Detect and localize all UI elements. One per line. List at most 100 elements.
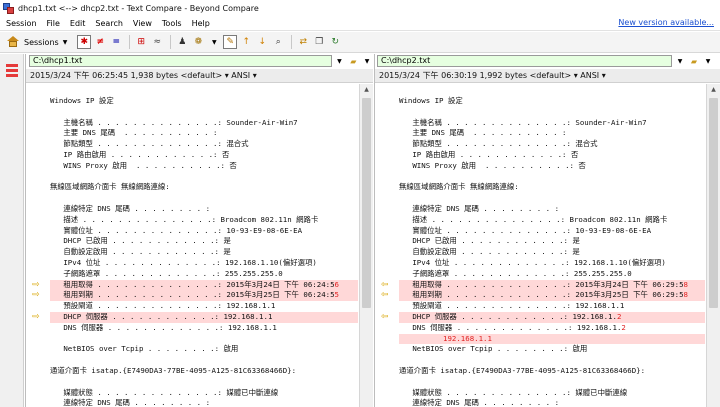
menu-edit[interactable]: Edit	[65, 19, 91, 28]
right-scroll-thumb[interactable]	[709, 98, 718, 308]
text-line[interactable]: 媒體狀態 . . . . . . . . . . . . . .: 媒體已中斷連…	[399, 388, 705, 399]
right-save-icon[interactable]: ▼	[702, 56, 714, 67]
text-line[interactable]	[50, 377, 358, 388]
format-dropdown-icon[interactable]: ▼	[207, 35, 221, 49]
left-vertical-scrollbar[interactable]: ▲	[359, 84, 373, 407]
new-version-link[interactable]: New version available...	[618, 18, 714, 27]
text-line[interactable]: IP 路由啟用 . . . . . . . . . . . .: 否	[50, 150, 358, 161]
diff-line[interactable]: 租用取得 . . . . . . . . . . . . . .: 2015年3…	[50, 279, 358, 291]
copy-to-right-arrow-icon[interactable]: ⇨	[32, 312, 40, 322]
text-line[interactable]	[50, 193, 358, 204]
text-line[interactable]	[50, 334, 358, 345]
text-line[interactable]: DHCP 已啟用 . . . . . . . . . . . .: 是	[399, 236, 705, 247]
diff-line[interactable]: 192.168.1.1	[399, 333, 705, 345]
menu-file[interactable]: File	[42, 19, 65, 28]
text-line[interactable]: Windows IP 設定	[50, 96, 358, 107]
text-line[interactable]: DNS 伺服器 . . . . . . . . . . . . .: 192.1…	[50, 323, 358, 334]
text-line[interactable]: IPv4 位址 . . . . . . . . . . . . .: 192.1…	[399, 258, 705, 269]
diffs-icon[interactable]: ≠	[93, 35, 107, 49]
left-text-view[interactable]: ⇨ ⇨ ⇨ Windows IP 設定 主機名稱 . . . . . . . . .…	[26, 84, 358, 407]
diff-line[interactable]: DHCP 伺服器 . . . . . . . . . . . .: 192.16…	[399, 311, 705, 323]
text-line[interactable]	[50, 355, 358, 366]
text-line[interactable]: 無線區域網路介面卡 無線網路連線:	[50, 182, 358, 193]
left-save-icon[interactable]: ▼	[361, 56, 373, 67]
text-line[interactable]: 實體位址 . . . . . . . . . . . . . .: 10-93-…	[50, 226, 358, 237]
copy-to-left-arrow-icon[interactable]: ⇦	[381, 290, 389, 300]
scroll-up-icon[interactable]: ▲	[360, 84, 373, 96]
minor-icon[interactable]: ≈	[150, 35, 164, 49]
menu-view[interactable]: View	[128, 19, 157, 28]
right-path-input[interactable]: C:\dhcp2.txt	[377, 55, 672, 67]
diff-line[interactable]: DHCP 伺服器 . . . . . . . . . . . .: 192.16…	[50, 311, 358, 323]
left-path-dropdown-icon[interactable]: ▼	[334, 56, 346, 67]
text-line[interactable]: WINS Proxy 啟用 . . . . . . . . . .: 否	[399, 161, 705, 172]
left-scroll-thumb[interactable]	[362, 98, 371, 308]
text-line[interactable]	[399, 355, 705, 366]
text-line[interactable]	[50, 172, 358, 183]
text-line[interactable]: 連線特定 DNS 尾碼 . . . . . . . . :	[50, 398, 358, 407]
text-line[interactable]: 無線區域網路介面卡 無線網路連線:	[399, 182, 705, 193]
next-diff-icon[interactable]: ↓	[255, 35, 269, 49]
text-line[interactable]: Windows IP 設定	[399, 96, 705, 107]
copy-to-left-arrow-icon[interactable]: ⇦	[381, 280, 389, 290]
text-line[interactable]: 子網路遮罩 . . . . . . . . . . . . .: 255.255…	[50, 269, 358, 280]
text-line[interactable]: DHCP 已啟用 . . . . . . . . . . . .: 是	[50, 236, 358, 247]
text-line[interactable]: WINS Proxy 啟用 . . . . . . . . . .: 否	[50, 161, 358, 172]
text-line[interactable]: 媒體狀態 . . . . . . . . . . . . . .: 媒體已中斷連…	[50, 388, 358, 399]
diff-thumbnail-gutter[interactable]	[0, 54, 24, 407]
text-line[interactable]	[399, 377, 705, 388]
text-line[interactable]: 主機名稱 . . . . . . . . . . . . . .: Sounde…	[399, 118, 705, 129]
copy-to-right-arrow-icon[interactable]: ⇨	[32, 280, 40, 290]
text-line[interactable]: 節點類型 . . . . . . . . . . . . . .: 混合式	[50, 139, 358, 150]
rules-icon[interactable]: ♟	[175, 35, 189, 49]
text-line[interactable]: IP 路由啟用 . . . . . . . . . . . .: 否	[399, 150, 705, 161]
text-line[interactable]: 子網路遮罩 . . . . . . . . . . . . .: 255.255…	[399, 269, 705, 280]
right-open-folder-icon[interactable]: ▰	[688, 56, 700, 67]
text-line[interactable]: DNS 伺服器 . . . . . . . . . . . . .: 192.1…	[399, 323, 705, 334]
text-line[interactable]: 連線特定 DNS 尾碼 . . . . . . . . :	[399, 398, 705, 407]
all-icon[interactable]: ✱	[77, 35, 92, 49]
text-line[interactable]: 主機名稱 . . . . . . . . . . . . . .: Sounde…	[50, 118, 358, 129]
reload-icon[interactable]: ↻	[328, 35, 342, 49]
menu-help[interactable]: Help	[187, 19, 215, 28]
find-icon[interactable]: ⌕	[271, 35, 285, 49]
right-text-view[interactable]: ⇦ ⇦ ⇦ Windows IP 設定 主機名稱 . . . . . . . . .…	[375, 84, 705, 407]
edit-icon[interactable]: ✎	[223, 35, 238, 49]
text-line[interactable]: IPv4 位址 . . . . . . . . . . . . .: 192.1…	[50, 258, 358, 269]
text-line[interactable]	[399, 193, 705, 204]
copy-to-left-arrow-icon[interactable]: ⇦	[381, 312, 389, 322]
left-open-folder-icon[interactable]: ▰	[347, 56, 359, 67]
text-line[interactable]	[50, 107, 358, 118]
text-line[interactable]: 描述 . . . . . . . . . . . . . . .: Broadc…	[50, 215, 358, 226]
right-path-dropdown-icon[interactable]: ▼	[674, 56, 686, 67]
text-line[interactable]: 自動設定啟用 . . . . . . . . . . . .: 是	[50, 247, 358, 258]
prev-diff-icon[interactable]: ↑	[239, 35, 253, 49]
swap-icon[interactable]: ⇄	[296, 35, 310, 49]
text-line[interactable]: 通道介面卡 isatap.{E7490DA3-77BE-4095-A125-81…	[399, 366, 705, 377]
left-path-input[interactable]: C:\dhcp1.txt	[29, 55, 332, 67]
context-icon[interactable]: ⊞	[134, 35, 148, 49]
format-icon[interactable]: ❁	[191, 35, 205, 49]
scroll-up-icon[interactable]: ▲	[707, 84, 720, 96]
text-line[interactable]: 通道介面卡 isatap.{E7490DA3-77BE-4095-A125-81…	[50, 366, 358, 377]
text-line[interactable]: 預設閘道 . . . . . . . . . . . . . .: 192.16…	[399, 301, 705, 312]
text-line[interactable]	[399, 172, 705, 183]
text-line[interactable]	[399, 107, 705, 118]
sessions-button[interactable]: Sessions ▼	[7, 36, 67, 48]
text-line[interactable]: 描述 . . . . . . . . . . . . . . .: Broadc…	[399, 215, 705, 226]
text-line[interactable]: NetBIOS over Tcpip . . . . . . . .: 啟用	[399, 344, 705, 355]
copy-icon[interactable]: ❐	[312, 35, 326, 49]
text-line[interactable]: 預設閘道 . . . . . . . . . . . . . .: 192.16…	[50, 301, 358, 312]
menu-session[interactable]: Session	[0, 19, 42, 28]
diff-line[interactable]: 租用取得 . . . . . . . . . . . . . .: 2015年3…	[399, 279, 705, 291]
diff-line[interactable]: 租用到期 . . . . . . . . . . . . . .: 2015年3…	[399, 290, 705, 302]
copy-to-right-arrow-icon[interactable]: ⇨	[32, 290, 40, 300]
text-line[interactable]: 連線特定 DNS 尾碼 . . . . . . . . :	[50, 204, 358, 215]
diff-line[interactable]: 租用到期 . . . . . . . . . . . . . .: 2015年3…	[50, 290, 358, 302]
same-icon[interactable]: =	[109, 35, 123, 49]
text-line[interactable]: 主要 DNS 尾碼 . . . . . . . . . . :	[399, 128, 705, 139]
text-line[interactable]: 自動設定啟用 . . . . . . . . . . . .: 是	[399, 247, 705, 258]
text-line[interactable]: 連線特定 DNS 尾碼 . . . . . . . . :	[399, 204, 705, 215]
text-line[interactable]: 主要 DNS 尾碼 . . . . . . . . . . :	[50, 128, 358, 139]
text-line[interactable]: NetBIOS over Tcpip . . . . . . . .: 啟用	[50, 344, 358, 355]
